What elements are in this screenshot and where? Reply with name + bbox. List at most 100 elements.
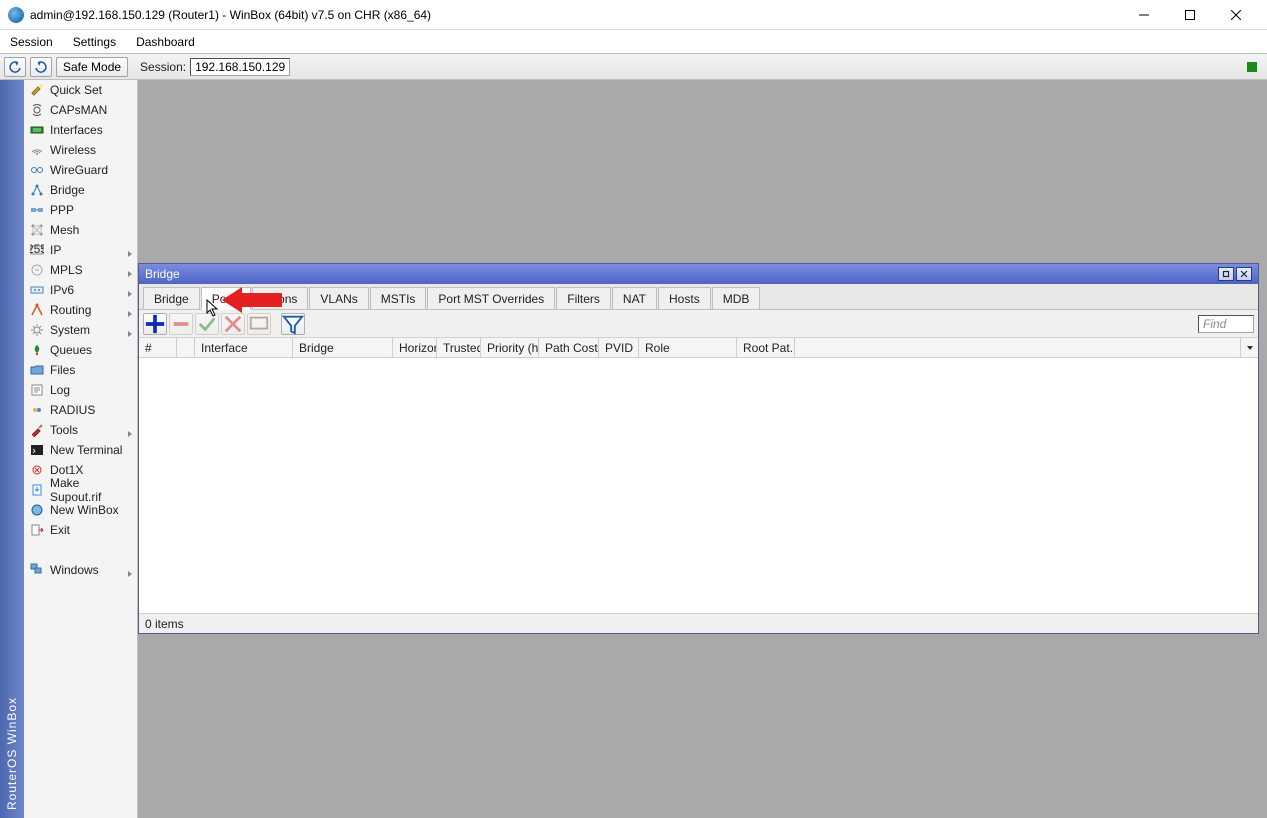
tab-port-mst-overrides[interactable]: Port MST Overrides <box>427 287 555 309</box>
column-header[interactable]: Role <box>639 338 737 357</box>
sidebar-item-label: Mesh <box>50 223 79 237</box>
sidebar-item-label: Wireless <box>50 143 96 157</box>
column-header[interactable]: Horizon <box>393 338 437 357</box>
sidebar-item-interfaces[interactable]: Interfaces <box>24 120 137 140</box>
sidebar-item-ppp[interactable]: PPP <box>24 200 137 220</box>
comment-button[interactable] <box>247 313 271 335</box>
supout-icon <box>30 483 44 497</box>
session-label: Session: <box>140 60 186 74</box>
sidebar-item-label: New Terminal <box>50 443 122 457</box>
tab-nat[interactable]: NAT <box>612 287 657 309</box>
sidebar-item-label: IP <box>50 243 61 257</box>
close-button[interactable] <box>1213 0 1259 30</box>
sidebar-item-label: New WinBox <box>50 503 119 517</box>
menu-bar: Session Settings Dashboard <box>0 30 1267 54</box>
sidebar-item-make-supout-rif[interactable]: Make Supout.rif <box>24 480 137 500</box>
menu-dashboard[interactable]: Dashboard <box>126 30 205 53</box>
sidebar-item-new-terminal[interactable]: New Terminal <box>24 440 137 460</box>
tab-bridge[interactable]: Bridge <box>143 287 200 309</box>
winbox-icon <box>30 503 44 517</box>
sidebar-item-wireguard[interactable]: WireGuard <box>24 160 137 180</box>
sidebar-item-label: Bridge <box>50 183 85 197</box>
sidebar-item-system[interactable]: System <box>24 320 137 340</box>
minimize-button[interactable] <box>1121 0 1167 30</box>
sidebar-item-capsman[interactable]: CAPsMAN <box>24 100 137 120</box>
column-header[interactable]: Path Cost <box>539 338 599 357</box>
tab-hosts[interactable]: Hosts <box>658 287 711 309</box>
column-header[interactable]: Bridge <box>293 338 393 357</box>
sidebar-item-wireless[interactable]: Wireless <box>24 140 137 160</box>
sidebar-item-ipv6[interactable]: IPv6 <box>24 280 137 300</box>
sidebar-item-log[interactable]: Log <box>24 380 137 400</box>
bridge-window-titlebar[interactable]: Bridge <box>139 264 1258 284</box>
menu-settings[interactable]: Settings <box>63 30 126 53</box>
dot1x-icon <box>30 463 44 477</box>
child-close-button[interactable] <box>1236 267 1252 281</box>
queues-icon <box>30 343 44 357</box>
sidebar-item-label: PPP <box>50 203 74 217</box>
sidebar-item-label: CAPsMAN <box>50 103 107 117</box>
column-header[interactable]: Priority (h... <box>481 338 539 357</box>
sidebar-item-quick-set[interactable]: Quick Set <box>24 80 137 100</box>
safe-mode-button[interactable]: Safe Mode <box>56 57 128 77</box>
filter-button[interactable] <box>281 313 305 335</box>
main-area: RouterOS WinBox Quick Set CAPsMAN Interfac… <box>0 80 1267 818</box>
column-chooser-button[interactable] <box>1240 338 1258 357</box>
window-controls <box>1121 0 1259 30</box>
sidebar-item-mpls[interactable]: MPLS <box>24 260 137 280</box>
column-header[interactable]: # <box>139 338 177 357</box>
menu-session[interactable]: Session <box>0 30 63 53</box>
tab-filters[interactable]: Filters <box>556 287 611 309</box>
sidebar-item-mesh[interactable]: Mesh <box>24 220 137 240</box>
disable-button[interactable] <box>221 313 245 335</box>
sidebar-item-label: Exit <box>50 523 70 537</box>
bridge-table-body[interactable] <box>139 358 1258 613</box>
submenu-indicator-icon <box>127 566 133 580</box>
exit-icon <box>30 523 44 537</box>
redo-button[interactable] <box>30 57 52 77</box>
sidebar-item-label: Log <box>50 383 70 397</box>
sidebar-item-queues[interactable]: Queues <box>24 340 137 360</box>
sidebar-item-routing[interactable]: Routing <box>24 300 137 320</box>
tab-vlans[interactable]: VLANs <box>309 287 368 309</box>
sidebar-item-label: System <box>50 323 90 337</box>
find-input[interactable]: Find <box>1198 315 1254 333</box>
undo-button[interactable] <box>4 57 26 77</box>
remove-button[interactable] <box>169 313 193 335</box>
add-button[interactable] <box>143 313 167 335</box>
sidebar-item-bridge[interactable]: Bridge <box>24 180 137 200</box>
sidebar-item-tools[interactable]: Tools <box>24 420 137 440</box>
sidebar-item-new-winbox[interactable]: New WinBox <box>24 500 137 520</box>
sidebar-item-label: IPv6 <box>50 283 74 297</box>
top-toolbar: Safe Mode Session: 192.168.150.129 <box>0 54 1267 80</box>
enable-button[interactable] <box>195 313 219 335</box>
tools-icon <box>30 423 44 437</box>
child-restore-button[interactable] <box>1218 267 1234 281</box>
maximize-button[interactable] <box>1167 0 1213 30</box>
tab-nsions[interactable]: nsions <box>252 287 309 309</box>
system-icon <box>30 323 44 337</box>
tab-mstis[interactable]: MSTIs <box>370 287 427 309</box>
column-header[interactable] <box>177 338 195 357</box>
tab-ports[interactable]: Ports <box>201 287 251 310</box>
sidebar-item-files[interactable]: Files <box>24 360 137 380</box>
status-indicator <box>1247 62 1257 72</box>
sidebar-item-exit[interactable]: Exit <box>24 520 137 540</box>
column-header-spacer <box>795 338 1240 357</box>
ipv6-icon <box>30 283 44 297</box>
sidebar-item-ip[interactable]: 255IP <box>24 240 137 260</box>
sidebar-item-windows[interactable]: Windows <box>24 560 137 580</box>
sidebar-item-label: MPLS <box>50 263 83 277</box>
sidebar-item-label: Tools <box>50 423 78 437</box>
sidebar-item-label: WireGuard <box>50 163 108 177</box>
column-header[interactable]: PVID <box>599 338 639 357</box>
column-header[interactable]: Interface <box>195 338 293 357</box>
session-field[interactable]: 192.168.150.129 <box>190 58 290 76</box>
sidebar-item-label: Dot1X <box>50 463 83 477</box>
vertical-brand-bar: RouterOS WinBox <box>0 80 24 818</box>
column-header[interactable]: Trusted <box>437 338 481 357</box>
tab-mdb[interactable]: MDB <box>712 287 761 309</box>
sidebar-item-label: Interfaces <box>50 123 103 137</box>
sidebar-item-radius[interactable]: RADIUS <box>24 400 137 420</box>
column-header[interactable]: Root Pat... <box>737 338 795 357</box>
